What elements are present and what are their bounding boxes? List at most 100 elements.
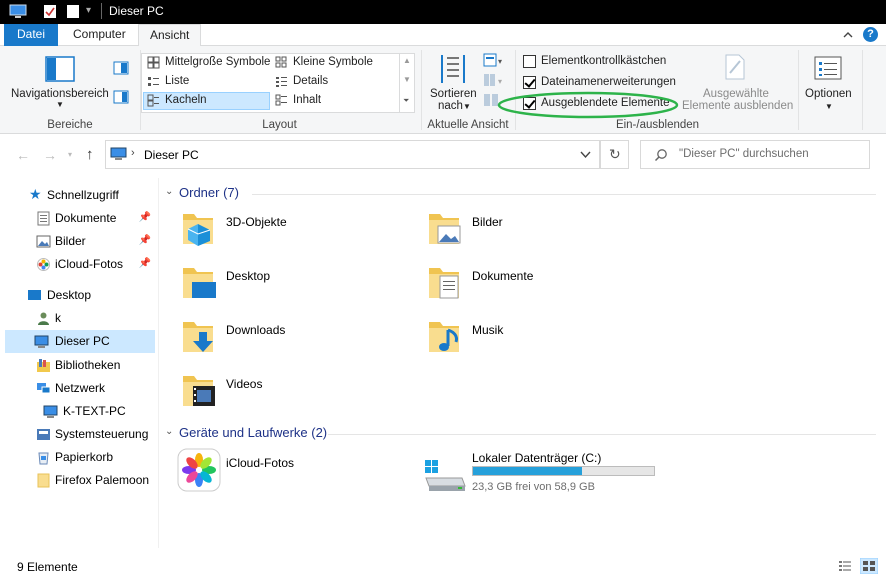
item-checkboxes-checkbox[interactable] [523, 55, 536, 68]
sidebar-item-network[interactable]: Netzwerk [5, 377, 155, 400]
tile-label: Lokaler Datenträger (C:) [472, 451, 602, 465]
section-header-devices[interactable]: Geräte und Laufwerke (2) [179, 425, 327, 440]
search-input[interactable]: "Dieser PC" durchsuchen [679, 148, 809, 160]
folder-tile-pictures[interactable]: Bilder [426, 208, 656, 256]
drive-free-space: 23,3 GB frei von 58,9 GB [472, 481, 595, 493]
sidebar-item-libraries[interactable]: Bibliotheken [5, 354, 155, 377]
pin-icon[interactable]: 📌 [139, 258, 151, 269]
pin-icon[interactable]: 📌 [139, 212, 151, 223]
sort-by-button-line2[interactable]: nach [438, 100, 463, 112]
svg-text:▾: ▾ [498, 57, 502, 66]
new-folder-icon[interactable] [66, 4, 80, 19]
chevron-down-icon[interactable]: ▼ [463, 102, 471, 111]
collapse-chevron-icon[interactable]: ⌄ [165, 426, 173, 437]
folder-tile-documents[interactable]: Dokumente [426, 262, 656, 310]
tile-label: Desktop [226, 269, 271, 283]
sidebar-item-control-panel[interactable]: Systemsteuerung [5, 423, 155, 446]
collapse-chevron-icon[interactable]: ⌄ [165, 186, 173, 197]
pin-icon[interactable]: 📌 [139, 235, 151, 246]
recent-locations-icon[interactable]: ▾ [68, 150, 72, 159]
quick-access-dropdown-icon[interactable]: ▾ [86, 5, 91, 16]
back-arrow-icon[interactable]: ← [16, 147, 30, 163]
section-header-folders[interactable]: Ordner (7) [179, 185, 239, 200]
search-box[interactable]: "Dieser PC" durchsuchen [640, 140, 870, 169]
sidebar-item-label: k [55, 311, 61, 325]
collapse-ribbon-icon[interactable] [842, 29, 854, 41]
help-icon[interactable]: ? [863, 27, 878, 42]
tiles-icon [147, 94, 159, 107]
chevron-down-icon[interactable]: ▼ [56, 100, 64, 109]
properties-icon[interactable] [43, 4, 57, 19]
layout-content[interactable]: Inhalt [293, 94, 321, 106]
group-separator [862, 50, 863, 130]
folder-tile-3d-objects[interactable]: 3D-Objekte [180, 208, 410, 256]
layout-medium-icons[interactable]: Mittelgroße Symbole [165, 56, 270, 68]
item-checkboxes-label[interactable]: Elementkontrollkästchen [541, 55, 666, 67]
sidebar-item-documents[interactable]: Dokumente 📌 [5, 207, 155, 230]
file-extensions-label[interactable]: Dateinamenerweiterungen [541, 76, 676, 88]
tile-label: Dokumente [472, 269, 534, 283]
options-icon[interactable] [814, 56, 842, 80]
layout-scrollbar[interactable]: ▲ ▼ ⏷ [399, 54, 414, 112]
tile-label: Downloads [226, 323, 286, 337]
chevron-down-icon[interactable]: ▼ [825, 102, 833, 111]
device-tile-local-disk[interactable]: Lokaler Datenträger (C:) 23,3 GB frei vo… [424, 448, 664, 494]
folder-tile-desktop[interactable]: Desktop [180, 262, 410, 310]
hide-selected-button-line2: Elemente ausblenden [682, 100, 794, 112]
address-bar[interactable]: › Dieser PC [105, 140, 600, 169]
large-icons-view-icon[interactable] [860, 558, 878, 574]
pictures-icon [36, 235, 51, 248]
sidebar-item-label: Desktop [47, 288, 92, 302]
pane-divider[interactable] [158, 178, 159, 548]
tile-label: Videos [226, 377, 263, 391]
sort-by-icon[interactable] [438, 53, 468, 85]
tab-computer[interactable]: Computer [62, 24, 137, 46]
preview-pane-icon[interactable] [113, 61, 129, 75]
sidebar-item-recycle-bin[interactable]: Papierkorb [5, 446, 155, 469]
tab-view[interactable]: Ansicht [138, 24, 202, 47]
breadcrumb-location[interactable]: Dieser PC [144, 148, 199, 162]
folder-tile-music[interactable]: Musik [426, 316, 656, 364]
sidebar-item-pictures[interactable]: Bilder 📌 [5, 230, 155, 253]
folder-tile-downloads[interactable]: Downloads [180, 316, 410, 364]
gallery-expand-icon[interactable]: ⏷ [403, 96, 409, 106]
sidebar-item-desktop[interactable]: Desktop [5, 284, 155, 307]
folder-tile-videos[interactable]: Videos [180, 370, 410, 418]
details-pane-icon[interactable] [113, 90, 129, 104]
sidebar-item-icloud-photos[interactable]: iCloud-Fotos 📌 [5, 253, 155, 276]
up-arrow-icon[interactable]: ↑ [86, 146, 94, 163]
sidebar-item-firefox-palemoon[interactable]: Firefox Palemoon [5, 469, 155, 492]
tile-label: Bilder [472, 215, 503, 229]
sort-by-button[interactable]: Sortieren [430, 88, 477, 100]
add-columns-icon: ▾ [484, 74, 502, 86]
details-view-icon[interactable] [838, 560, 852, 572]
icloud-photos-icon [177, 448, 221, 492]
sidebar-item-user[interactable]: k [5, 307, 155, 330]
file-extensions-checkbox[interactable] [523, 76, 536, 89]
documents-folder-icon [429, 268, 459, 299]
refresh-button[interactable]: ↻ [600, 140, 629, 169]
list-icon [148, 77, 159, 86]
scroll-up-icon[interactable]: ▲ [403, 56, 411, 65]
ribbon: Navigationsbereich ▼ Bereiche Mittelgroß… [0, 46, 886, 134]
address-dropdown-icon[interactable] [580, 151, 591, 159]
sidebar-item-quick-access[interactable]: ★ Schnellzugriff [5, 184, 155, 207]
forward-arrow-icon[interactable]: → [43, 147, 57, 163]
navigation-pane-button[interactable]: Navigationsbereich [11, 88, 109, 100]
group-by-icon[interactable]: ▾ [483, 53, 505, 67]
folder-icon [37, 473, 50, 488]
sidebar-item-this-pc[interactable]: Dieser PC [5, 330, 155, 353]
layout-list[interactable]: Liste [165, 75, 189, 87]
tab-file[interactable]: Datei [4, 24, 58, 46]
layout-details[interactable]: Details [293, 75, 328, 87]
search-icon [654, 149, 667, 162]
sidebar-item-network-pc[interactable]: K-TEXT-PC [5, 400, 155, 423]
device-tile-icloud-photos[interactable]: iCloud-Fotos [177, 448, 407, 494]
options-button[interactable]: Optionen [805, 88, 852, 100]
layout-small-icons[interactable]: Kleine Symbole [293, 56, 373, 68]
navigation-pane-icon[interactable] [45, 56, 75, 82]
breadcrumb-separator-icon[interactable]: › [131, 147, 135, 159]
scroll-down-icon[interactable]: ▼ [403, 75, 411, 84]
content-area: ⌄ Ordner (7) 3D-Objekte Bilder Desktop D… [160, 178, 886, 550]
layout-tiles[interactable]: Kacheln [165, 94, 207, 106]
